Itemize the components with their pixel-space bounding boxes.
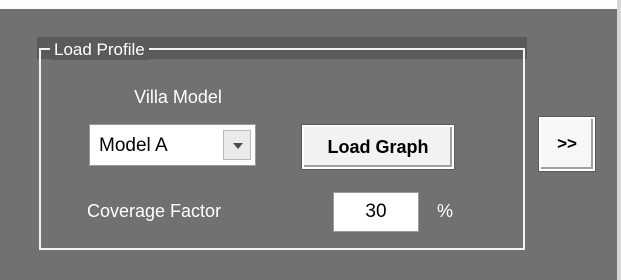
expand-button[interactable]: >> [538,116,596,172]
coverage-factor-label: Coverage Factor [87,201,222,221]
villa-model-label: Villa Model [134,87,222,107]
load-graph-button[interactable]: Load Graph [301,124,455,170]
villa-model-value: Model A [99,135,168,156]
dropdown-arrow-button[interactable] [223,130,251,160]
chevron-down-icon [233,143,243,149]
load-profile-title: Load Profile [50,40,149,60]
top-strip [0,0,621,9]
coverage-factor-input[interactable]: 30 [333,192,419,232]
villa-model-select[interactable]: Model A [89,124,256,166]
coverage-unit-label: % [437,201,454,221]
window-edge [617,0,621,280]
